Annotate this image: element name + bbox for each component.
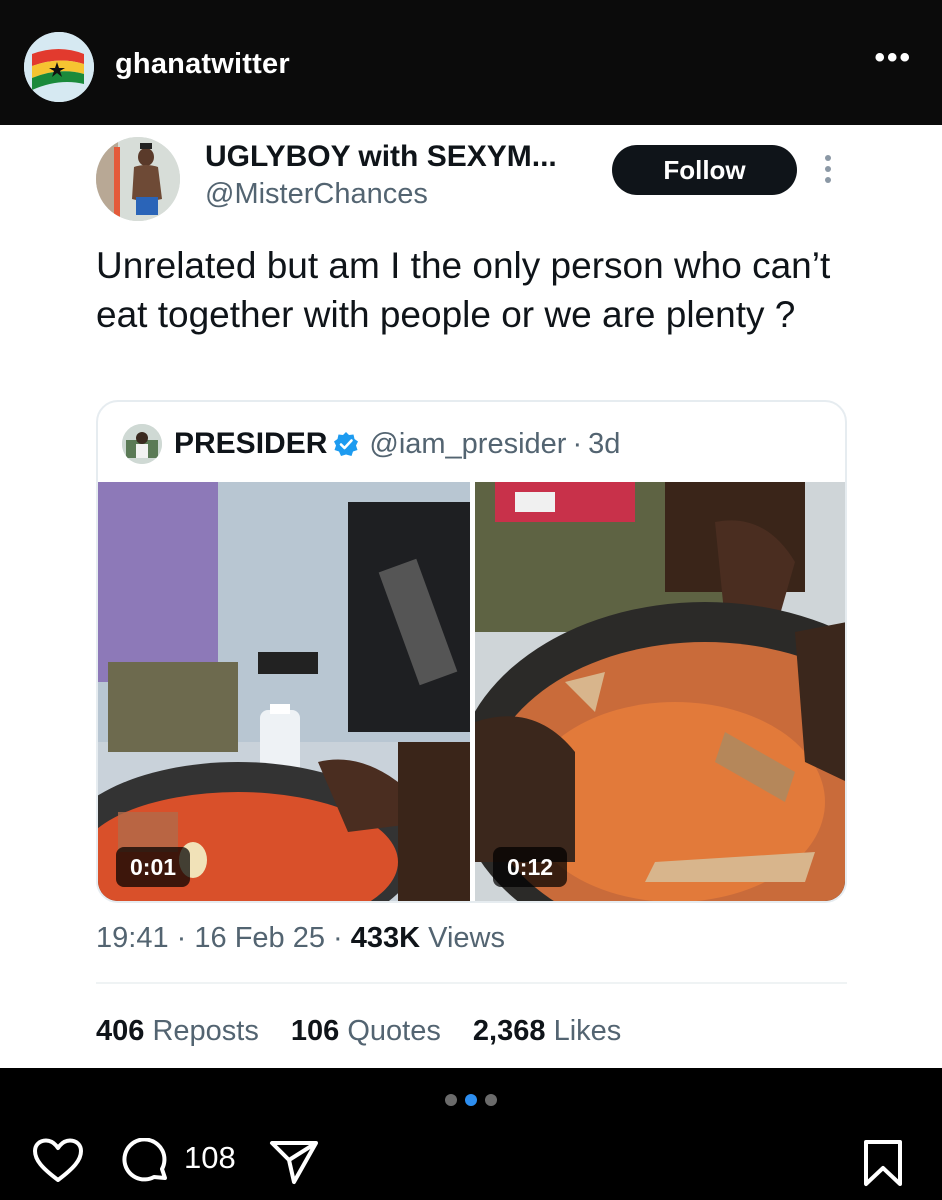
quoted-timestamp: 3d: [588, 427, 621, 460]
reposts-count: 406: [96, 1015, 145, 1047]
views-count: 433K: [350, 922, 421, 954]
tweet-stats: 406 Reposts 106 Quotes 2,368 Likes: [96, 1015, 645, 1048]
tweet-metadata: 19:41 · 16 Feb 25 · 433K Views: [96, 922, 505, 955]
likes-count: 2,368: [472, 1015, 546, 1047]
carousel-dot: [445, 1094, 457, 1106]
divider: [96, 982, 847, 984]
comment-icon[interactable]: [120, 1138, 170, 1186]
quoted-tweet[interactable]: PRESIDER @iam_presider · 3d 0:01 0:12: [96, 400, 847, 903]
quoted-separator: ·: [572, 427, 583, 460]
carousel-indicator: [0, 1094, 942, 1106]
save-icon[interactable]: [860, 1138, 906, 1188]
video-frame-image: [98, 482, 470, 901]
more-options-icon[interactable]: •••: [874, 43, 912, 73]
meta-separator: ·: [333, 922, 343, 954]
ghana-flag-icon: [24, 32, 94, 102]
post-header: ghanatwitter •••: [0, 0, 942, 125]
quotes-label: Quotes: [347, 1015, 441, 1047]
video-thumbnail[interactable]: 0:12: [475, 482, 845, 901]
tweet-text: Unrelated but am I the only person who c…: [96, 245, 831, 335]
tweet-more-icon[interactable]: [822, 155, 834, 187]
tweet-time: 19:41: [96, 922, 169, 954]
share-icon[interactable]: [268, 1138, 320, 1186]
meta-separator: ·: [176, 922, 187, 954]
video-duration: 0:12: [493, 847, 568, 887]
account-avatar[interactable]: [24, 32, 94, 102]
tweet-date: 16 Feb 25: [194, 922, 325, 954]
reposts-stat: 406 Reposts: [96, 1015, 259, 1047]
verified-badge-icon: [334, 432, 359, 456]
quoted-author-name: PRESIDER: [174, 427, 328, 460]
likes-stat: 2,368 Likes: [473, 1015, 621, 1047]
tweet-author-name: UGLYBOY with SEXYM...: [205, 140, 557, 173]
video-frame-image: [475, 482, 845, 901]
carousel-dot: [485, 1094, 497, 1106]
tweet-author-avatar: [96, 137, 180, 221]
comment-count: 108: [184, 1140, 236, 1175]
action-bar: 108: [0, 1120, 942, 1200]
tweet-card: UGLYBOY with SEXYM... @MisterChances Fol…: [0, 125, 942, 1068]
video-duration: 0:01: [116, 847, 191, 887]
follow-button[interactable]: Follow: [612, 145, 797, 195]
quoted-tweet-header: PRESIDER @iam_presider · 3d: [122, 424, 620, 464]
quotes-stat: 106 Quotes: [291, 1015, 441, 1047]
reposts-label: Reposts: [152, 1015, 259, 1047]
carousel-dot-active: [465, 1094, 477, 1106]
likes-label: Likes: [553, 1015, 622, 1047]
like-icon[interactable]: [32, 1138, 84, 1184]
views-label: Views: [428, 922, 506, 954]
video-thumbnail[interactable]: 0:01: [98, 482, 470, 901]
quoted-author-avatar: [122, 424, 162, 464]
account-username[interactable]: ghanatwitter: [115, 48, 290, 81]
quoted-author-handle: @iam_presider: [369, 427, 567, 460]
quotes-count: 106: [290, 1015, 340, 1047]
tweet-author-handle: @MisterChances: [205, 178, 428, 210]
